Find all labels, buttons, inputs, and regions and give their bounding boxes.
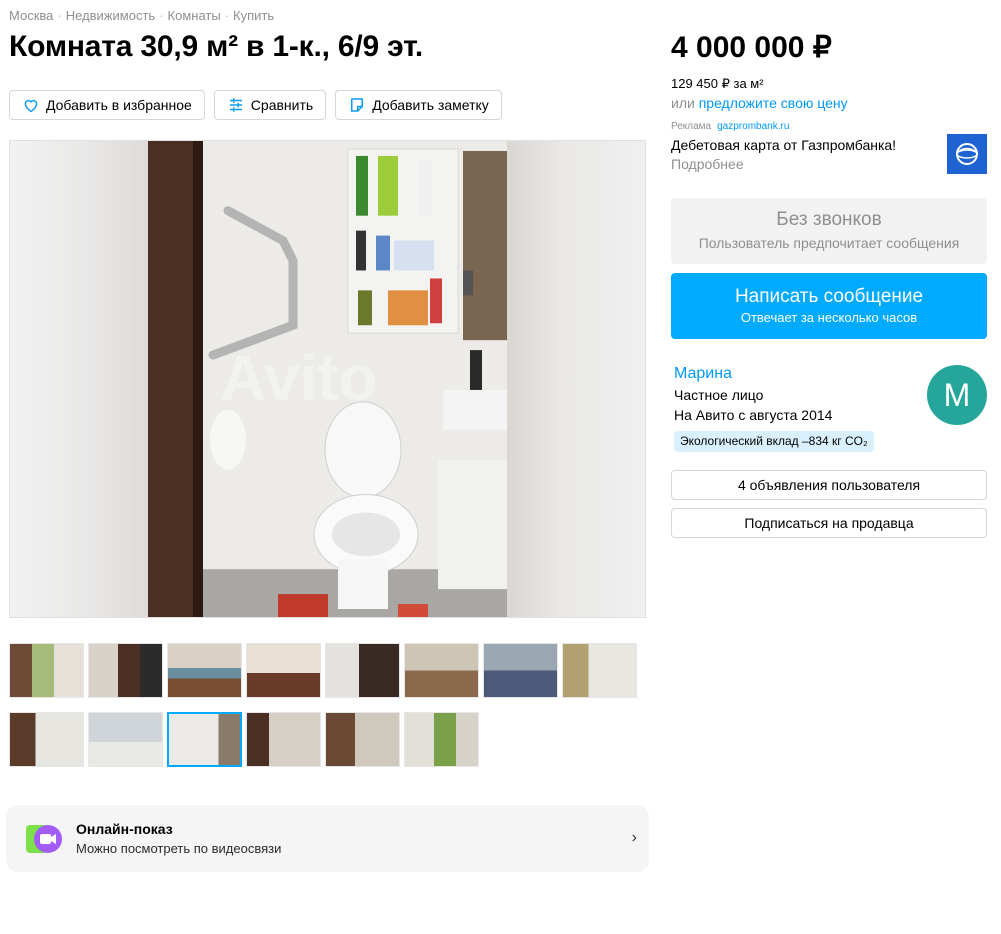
offer-prefix: или (671, 95, 695, 111)
page-title: Комната 30,9 м² в 1-к., 6/9 эт. (9, 30, 424, 63)
thumbnail[interactable] (483, 643, 558, 698)
thumbnail[interactable] (88, 712, 163, 767)
main-photo[interactable]: Avito (9, 140, 646, 618)
thumbnail[interactable] (325, 712, 400, 767)
thumbnail[interactable] (246, 643, 321, 698)
price: 4 000 000 ₽ (671, 31, 832, 64)
ad-label-text: Реклама (671, 121, 712, 132)
compare-label: Сравнить (250, 97, 314, 113)
price-per-m2: 129 450 ₽ за м² (671, 76, 764, 91)
thumbnail[interactable] (88, 643, 163, 698)
ad-domain[interactable]: gazprombank.ru (717, 121, 789, 132)
seller-listings-button[interactable]: 4 объявления пользователя (671, 470, 987, 500)
ad-title[interactable]: Дебетовая карта от Газпромбанка! (671, 137, 896, 153)
note-icon (351, 98, 364, 112)
ad-more-link[interactable]: Подробнее (671, 156, 744, 172)
breadcrumb-realty[interactable]: Недвижимость (66, 8, 155, 23)
video-call-icon (26, 824, 62, 853)
offer-price-link[interactable]: предложите свою цену (699, 95, 848, 111)
thumbnail[interactable] (404, 643, 479, 698)
response-time: Отвечает за несколько часов (740, 310, 918, 325)
chevron-right-icon: › (631, 829, 637, 846)
thumbnail[interactable] (9, 643, 84, 698)
no-calls-box: Без звонков Пользователь предпочитает со… (671, 198, 987, 264)
breadcrumb-buy[interactable]: Купить (233, 8, 274, 23)
add-note-button[interactable]: Добавить заметку (335, 90, 502, 120)
seller-type: Частное лицо (674, 387, 764, 403)
eco-badge[interactable]: Экологический вклад –834 кг CO₂ (674, 431, 874, 452)
heart-icon (24, 99, 38, 113)
thumbnail[interactable] (404, 712, 479, 767)
listing-actions: Добавить в избранное Сравнить Добавить з… (9, 90, 502, 120)
seller-since: На Авито с августа 2014 (674, 407, 833, 423)
photo-blur-left (10, 141, 148, 617)
breadcrumb-moscow[interactable]: Москва (9, 8, 53, 23)
no-calls-subtitle: Пользователь предпочитает сообщения (698, 235, 960, 251)
avatar[interactable]: М (927, 365, 987, 425)
thumbnail[interactable] (167, 643, 242, 698)
ad-label: Реклама gazprombank.ru (671, 121, 789, 132)
thumbnail[interactable] (246, 712, 321, 767)
online-show-card[interactable]: Онлайн-показ Можно посмотреть по видеосв… (6, 805, 649, 872)
breadcrumb-rooms[interactable]: Комнаты (168, 8, 221, 23)
online-show-title: Онлайн-показ (76, 821, 173, 837)
no-calls-title: Без звонков (776, 209, 882, 230)
compare-button[interactable]: Сравнить (213, 90, 327, 120)
write-message-label: Написать сообщение (734, 286, 924, 307)
avito-watermark: Avito (220, 342, 378, 414)
photo-blur-right (505, 141, 645, 617)
thumbnail[interactable] (9, 712, 84, 767)
add-to-favorites-button[interactable]: Добавить в избранное (9, 90, 205, 120)
write-message-button[interactable]: Написать сообщение Отвечает за несколько… (671, 273, 987, 339)
thumbnail-active[interactable] (167, 712, 242, 767)
online-show-subtitle: Можно посмотреть по видеосвязи (76, 841, 282, 856)
subscribe-seller-button[interactable]: Подписаться на продавца (671, 508, 987, 538)
breadcrumb: Москва · Недвижимость · Комнаты · Купить (9, 8, 274, 23)
breadcrumb-separator: · (159, 8, 164, 23)
compare-icon (229, 98, 242, 112)
breadcrumb-separator: · (57, 8, 62, 23)
add-note-label: Добавить заметку (372, 97, 489, 113)
breadcrumb-separator: · (224, 8, 230, 23)
seller-name[interactable]: Марина (674, 365, 732, 383)
photo-thumbnails (9, 643, 637, 767)
thumbnail[interactable] (562, 643, 637, 698)
gazprombank-logo[interactable] (947, 134, 987, 174)
offer-price: или предложите свою цену (671, 95, 848, 111)
globe-icon (956, 143, 978, 165)
add-to-favorites-label: Добавить в избранное (46, 97, 192, 113)
thumbnail[interactable] (325, 643, 400, 698)
